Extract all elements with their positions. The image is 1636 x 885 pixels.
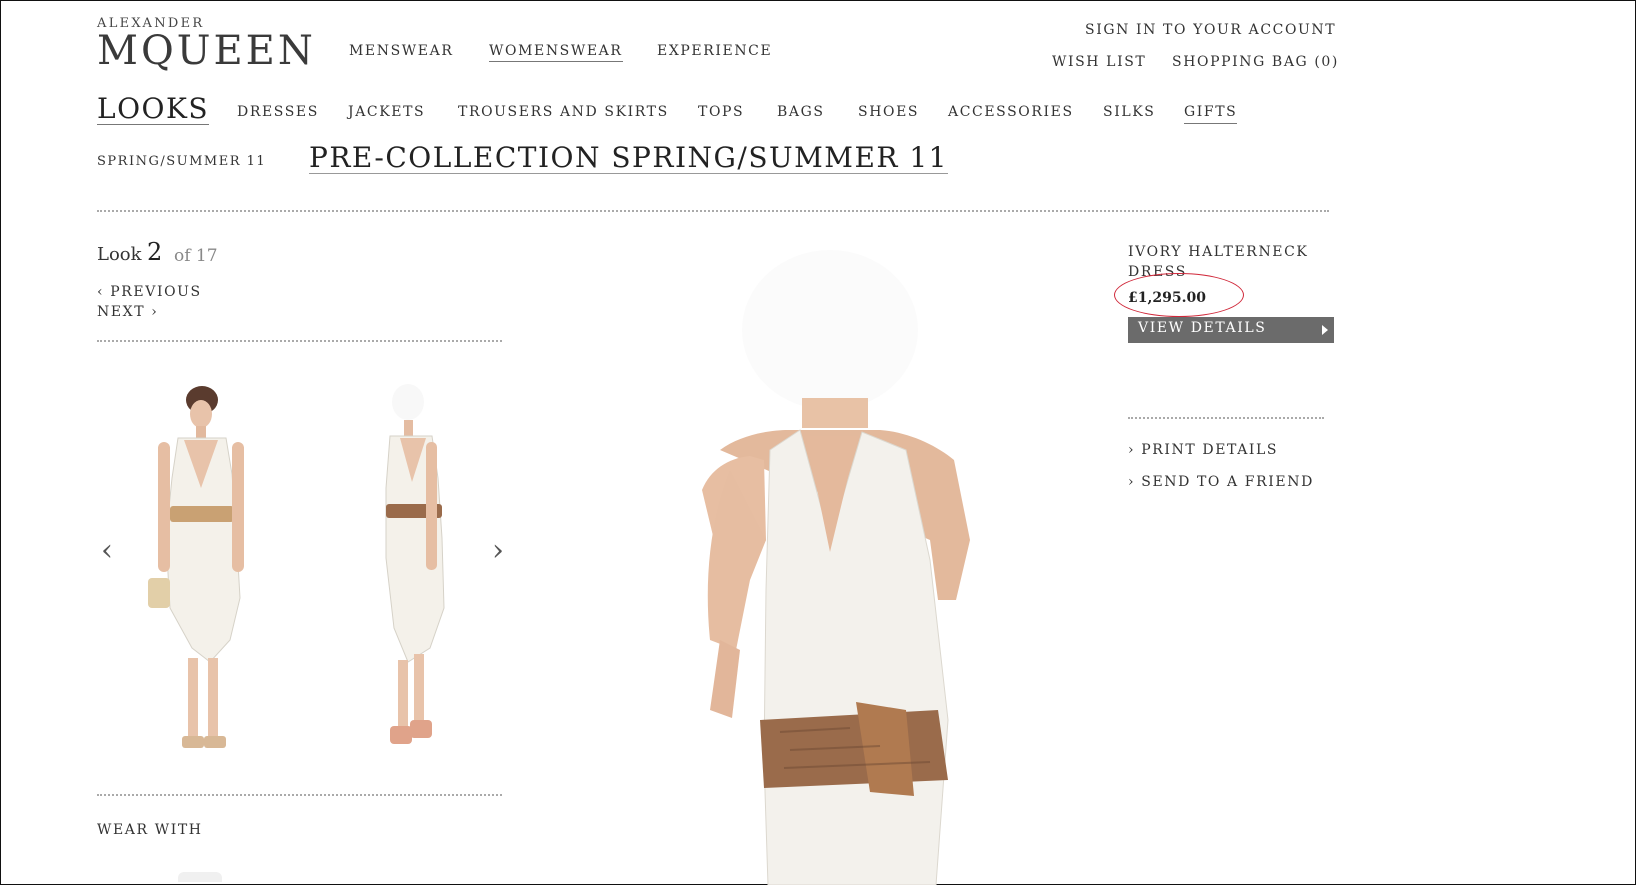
view-details-label: VIEW DETAILS [1138,320,1267,336]
send-to-friend-label: SEND TO A FRIEND [1141,474,1314,490]
thumbnail-side[interactable] [360,378,470,778]
print-details-link[interactable]: › PRINT DETAILS [1128,442,1278,458]
look-number: 2 [147,238,163,266]
chevron-right-icon: › [1128,474,1142,490]
product-price: £1,295.00 [1128,290,1206,306]
cat-jackets[interactable]: JACKETS [348,104,425,120]
shopping-bag-link[interactable]: SHOPPING BAG (0) [1172,54,1339,70]
brand-logo[interactable]: MQUEEN [97,29,316,73]
cat-accessories[interactable]: ACCESSORIES [948,104,1074,120]
divider-main [97,210,1329,212]
nav-menswear[interactable]: MENSWEAR [349,43,453,59]
wear-with-heading: WEAR WITH [97,822,203,838]
chevron-right-icon[interactable]: › [492,536,504,566]
divider-left-top [97,340,502,342]
previous-link[interactable]: ‹ PREVIOUS [97,284,202,300]
season-label: SPRING/SUMMER 11 [97,154,267,169]
looks-tab[interactable]: LOOKS [97,93,210,125]
send-to-friend-link[interactable]: › SEND TO A FRIEND [1128,474,1314,490]
wish-list-link[interactable]: WISH LIST [1052,54,1146,70]
thumbnail-front[interactable] [140,378,260,778]
next-link[interactable]: NEXT › [97,304,158,320]
cat-bags[interactable]: BAGS [777,104,825,120]
view-details-button[interactable]: VIEW DETAILS [1128,317,1334,343]
nav-womenswear[interactable]: WOMENSWEAR [489,43,623,62]
divider-right [1128,417,1324,419]
look-label: Look [97,244,142,265]
cat-gifts[interactable]: GIFTS [1184,104,1238,124]
cat-trousers-and-skirts[interactable]: TROUSERS AND SKIRTS [458,104,669,120]
wear-with-thumbnail[interactable] [178,872,222,882]
nav-experience[interactable]: EXPERIENCE [657,43,772,59]
cat-dresses[interactable]: DRESSES [237,104,319,120]
print-details-label: PRINT DETAILS [1141,442,1279,458]
main-product-image[interactable] [680,240,1020,885]
cat-silks[interactable]: SILKS [1103,104,1155,120]
chevron-left-icon[interactable]: ‹ [101,536,113,566]
collection-title: PRE-COLLECTION SPRING/SUMMER 11 [309,141,948,174]
cat-tops[interactable]: TOPS [698,104,744,120]
sign-in-link[interactable]: SIGN IN TO YOUR ACCOUNT [1085,22,1336,38]
triangle-right-icon [1322,325,1328,335]
divider-left-bottom [97,794,502,796]
cat-shoes[interactable]: SHOES [858,104,919,120]
chevron-right-icon: › [1128,442,1142,458]
look-total: of 17 [174,246,218,266]
